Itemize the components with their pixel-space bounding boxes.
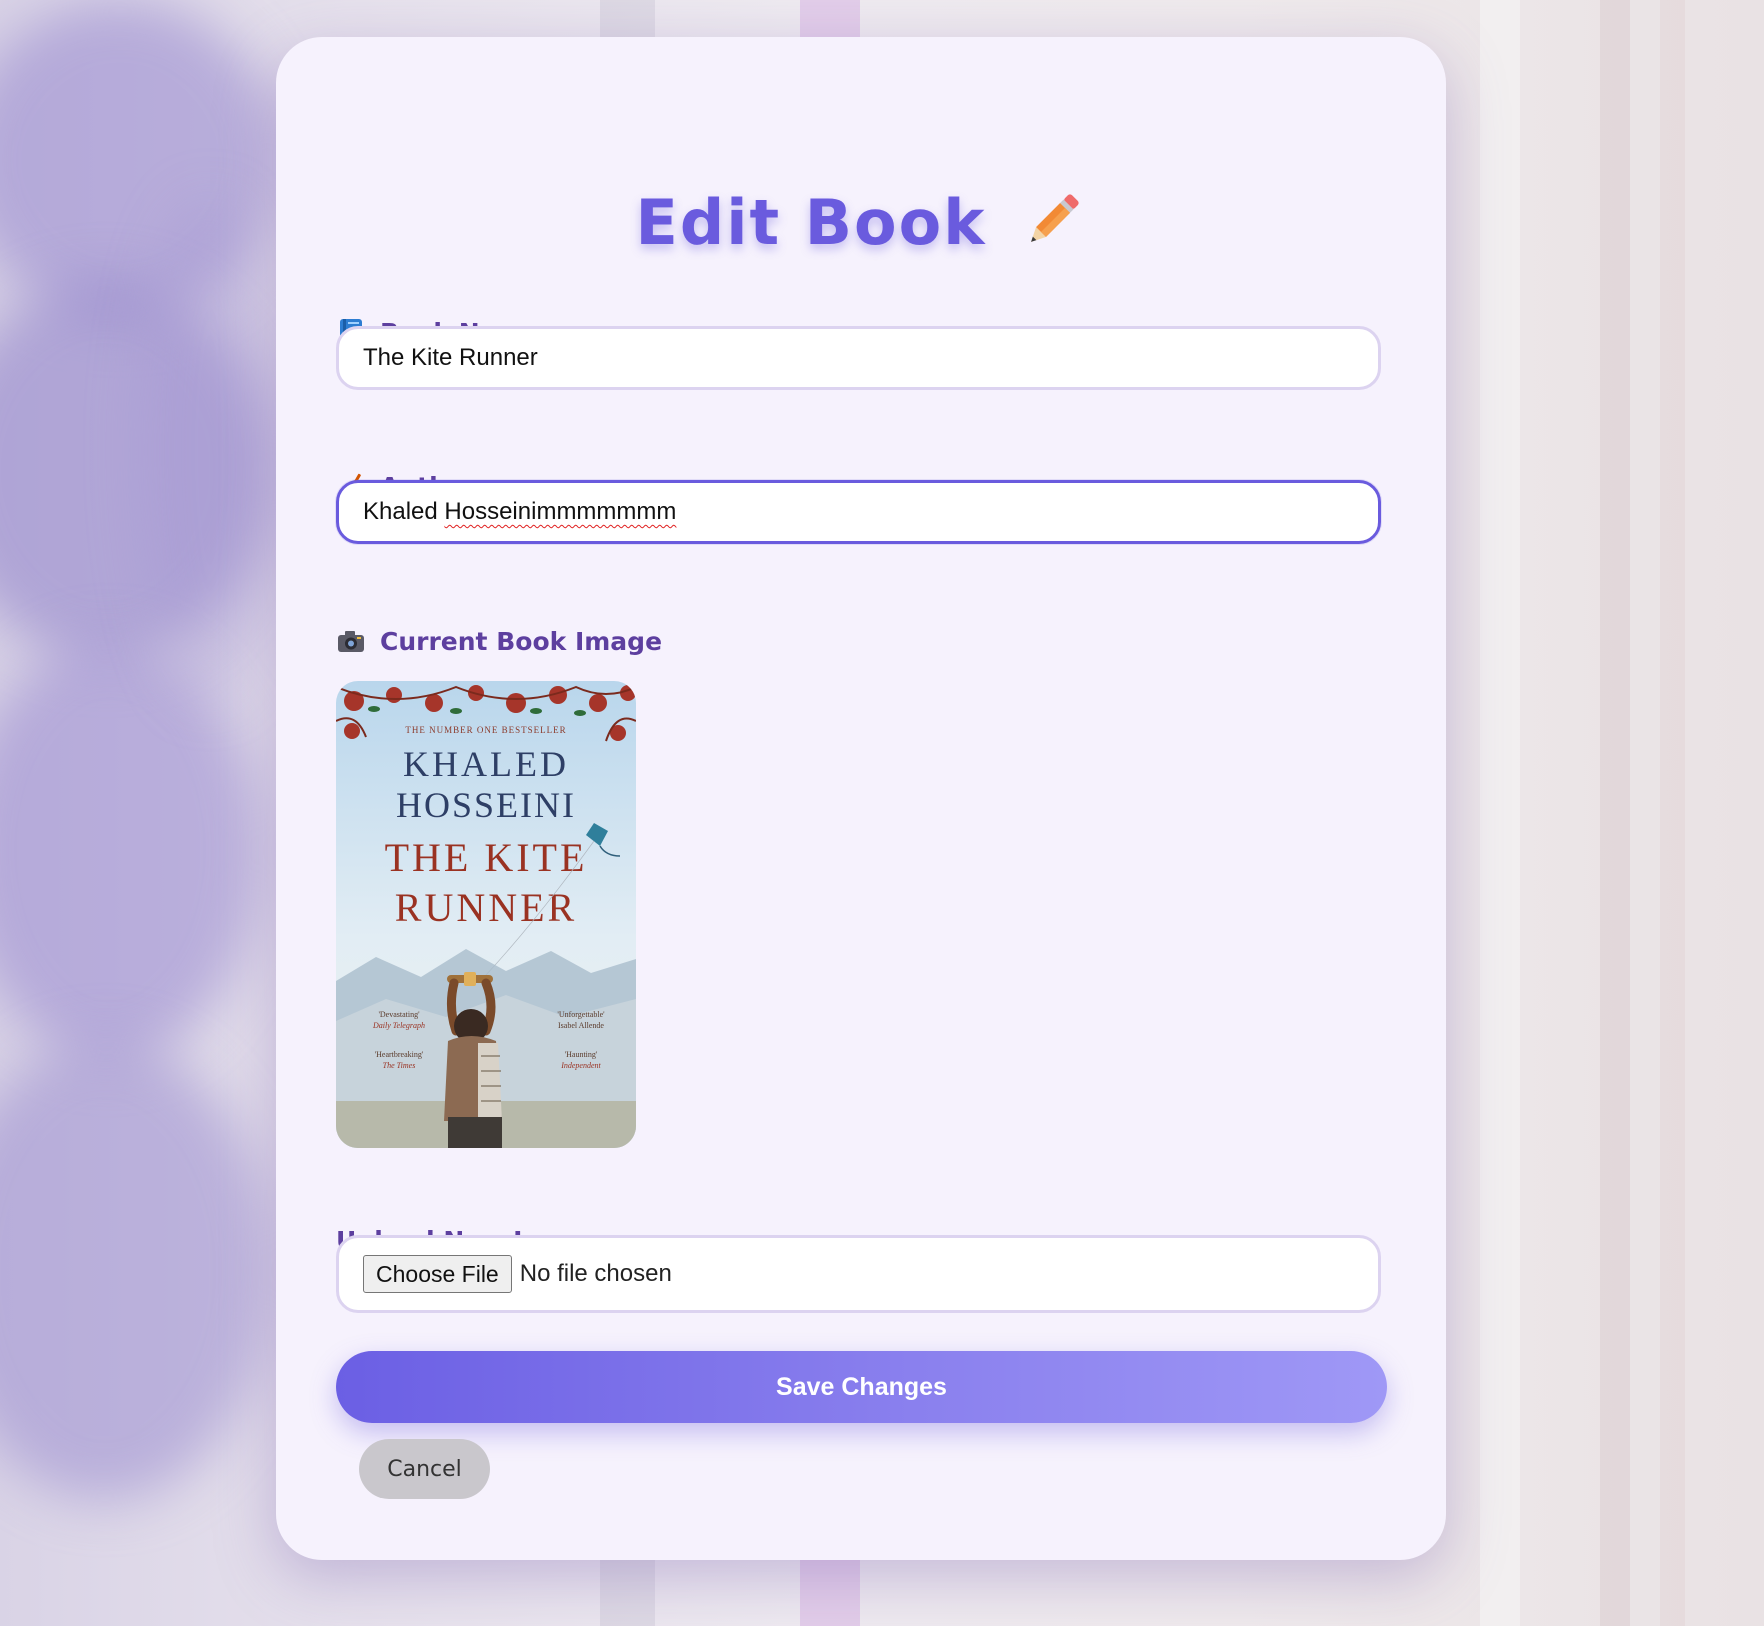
current-image-label-text: Current Book Image	[380, 626, 663, 656]
pencil-icon	[1020, 187, 1086, 258]
book-name-input[interactable]: The Kite Runner	[336, 326, 1381, 390]
cover-quote-3: 'Heartbreaking'	[375, 1050, 424, 1059]
cancel-button[interactable]: Cancel	[359, 1439, 490, 1499]
cover-quote-2: 'Unforgettable'	[557, 1010, 605, 1019]
cover-title-line1: THE KITE	[385, 835, 588, 880]
choose-file-button[interactable]: Choose File	[363, 1255, 512, 1293]
page-title-text: Edit Book	[635, 185, 987, 259]
cover-quote-4: 'Haunting'	[565, 1050, 598, 1059]
cancel-label: Cancel	[387, 1456, 462, 1482]
cover-author-line1: KHALED	[403, 744, 569, 784]
cover-quote-4-source: Independent	[560, 1061, 601, 1070]
cover-tagline: THE NUMBER ONE BESTSELLER	[405, 725, 566, 735]
author-input[interactable]: Khaled Hosseinimmmmmmm	[336, 480, 1381, 544]
file-status-text: No file chosen	[519, 1260, 672, 1287]
book-cover-image: THE NUMBER ONE BESTSELLER KHALED HOSSEIN…	[336, 681, 636, 1148]
cover-quote-3-source: The Times	[383, 1061, 416, 1070]
camera-icon	[336, 626, 366, 656]
save-changes-label: Save Changes	[776, 1372, 947, 1401]
current-image-label: Current Book Image	[336, 626, 662, 656]
cover-quote-2-source: Isabel Allende	[558, 1021, 604, 1030]
book-name-value: The Kite Runner	[363, 344, 538, 371]
save-changes-button[interactable]: Save Changes	[336, 1351, 1387, 1423]
author-value-first: Khaled	[363, 498, 445, 525]
edit-book-card: Edit Book Book Name	[276, 37, 1446, 1560]
page-title: Edit Book	[276, 177, 1446, 267]
cover-title-line2: RUNNER	[395, 885, 577, 930]
file-upload-input[interactable]: Choose File No file chosen	[336, 1235, 1381, 1313]
cover-quote-1: 'Devastating'	[378, 1010, 420, 1019]
cover-author-line2: HOSSEINI	[396, 785, 576, 825]
cover-quote-1-source: Daily Telegraph	[372, 1021, 425, 1030]
author-value-misspelled: Hosseinimmmmmmm	[444, 498, 677, 525]
